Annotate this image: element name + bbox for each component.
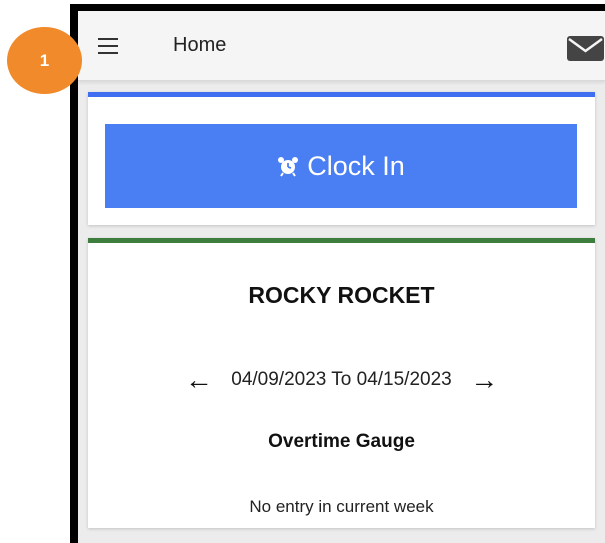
overtime-gauge-title: Overtime Gauge <box>268 431 415 452</box>
clock-in-label: Clock In <box>307 150 405 181</box>
arrow-right-icon[interactable]: → <box>470 366 498 394</box>
empty-state-message: No entry in current week <box>249 497 434 516</box>
clock-card: Clock In <box>88 92 595 225</box>
week-range: 04/09/2023 To 04/15/2023 <box>231 369 452 390</box>
app-bar: Home <box>78 11 605 81</box>
week-navigator: ← 04/09/2023 To 04/15/2023 → <box>88 366 595 394</box>
mail-icon[interactable] <box>566 35 605 62</box>
clock-in-button[interactable]: Clock In <box>105 124 577 208</box>
timesheet-card: ROCKY ROCKET ← 04/09/2023 To 04/15/2023 … <box>88 238 595 528</box>
hamburger-icon[interactable] <box>98 38 118 54</box>
app-screen: Home Clock In ROCKY ROCKET ← 04/09/2023 … <box>78 11 605 543</box>
employee-name: ROCKY ROCKET <box>248 282 435 308</box>
alarm-clock-icon <box>278 157 299 177</box>
step-badge: 1 <box>7 27 82 94</box>
arrow-left-icon[interactable]: ← <box>185 366 213 394</box>
page-title: Home <box>173 34 227 56</box>
